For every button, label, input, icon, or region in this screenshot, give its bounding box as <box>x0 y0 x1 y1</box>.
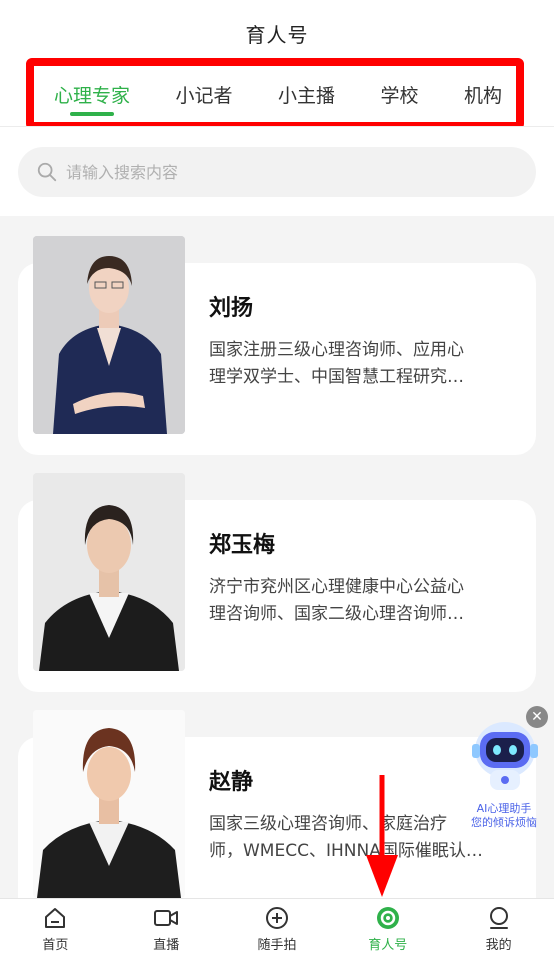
expert-name: 刘扬 <box>209 296 254 321</box>
expert-photo <box>33 473 185 671</box>
tab-label: 小记者 <box>175 84 233 107</box>
tab-schools[interactable]: 学校 <box>380 66 418 122</box>
tab-label: 小主播 <box>277 84 335 107</box>
description-line: 理学双学士、中国智慧工程研究… <box>209 367 464 387</box>
nav-label: 直播 <box>153 938 180 953</box>
nav-mine[interactable]: 我的 <box>443 899 554 959</box>
home-icon <box>45 908 66 928</box>
description-line: 国家注册三级心理咨询师、应用心 <box>209 340 464 360</box>
description-line: 济宁市兖州区心理健康中心公益心 <box>209 577 464 597</box>
search-bar[interactable] <box>18 147 536 197</box>
nav-live[interactable]: 直播 <box>111 899 222 959</box>
nav-education-account[interactable]: 育人号 <box>332 899 443 959</box>
tab-young-hosts[interactable]: 小主播 <box>278 66 335 122</box>
ai-assistant-widget[interactable]: AI心理助手 您的倾诉烦恼 <box>460 710 550 835</box>
search-input[interactable] <box>66 162 486 182</box>
nav-label: 我的 <box>485 938 512 953</box>
person-icon <box>489 907 508 929</box>
nav-label: 首页 <box>42 938 69 953</box>
app-header: 育人号 <box>0 0 554 66</box>
page-title: 育人号 <box>245 22 309 47</box>
expert-description: 国家注册三级心理咨询师、应用心 理学双学士、中国智慧工程研究… <box>209 337 509 391</box>
description-line: 理咨询师、国家二级心理咨询师… <box>209 604 464 624</box>
nav-snapshot[interactable]: 随手拍 <box>222 899 333 959</box>
description-line: 师，WMECC、IHNNA国际催眠认… <box>209 841 483 861</box>
tab-young-reporters[interactable]: 小记者 <box>175 66 232 122</box>
search-icon <box>37 162 57 182</box>
expert-description: 济宁市兖州区心理健康中心公益心 理咨询师、国家二级心理咨询师… <box>209 574 509 628</box>
tab-label: 心理专家 <box>54 84 131 107</box>
nav-label: 育人号 <box>368 938 408 953</box>
nav-label: 随手拍 <box>257 938 297 953</box>
bottom-navigation: 首页 直播 随手拍 育人号 我的 <box>0 898 554 959</box>
close-icon[interactable]: ✕ <box>526 706 548 728</box>
nav-home[interactable]: 首页 <box>0 899 111 959</box>
active-tab-indicator <box>70 112 114 116</box>
expert-name: 赵静 <box>209 770 254 795</box>
category-tabs: 心理专家 小记者 小主播 学校 机构 <box>34 66 516 122</box>
expert-name: 郑玉梅 <box>209 533 276 558</box>
search-section <box>0 126 554 216</box>
ai-widget-subtitle: 您的倾诉烦恼 <box>471 816 537 829</box>
ai-widget-title: AI心理助手 <box>476 802 532 815</box>
expert-photo <box>33 236 185 434</box>
video-camera-icon <box>154 910 179 926</box>
tab-institutions[interactable]: 机构 <box>464 66 502 122</box>
tab-label: 学校 <box>380 84 419 107</box>
expert-photo <box>33 710 185 898</box>
tab-label: 机构 <box>463 84 502 107</box>
target-icon <box>376 907 399 929</box>
tab-psychology-experts[interactable]: 心理专家 <box>54 66 130 122</box>
plus-circle-icon <box>265 907 288 929</box>
